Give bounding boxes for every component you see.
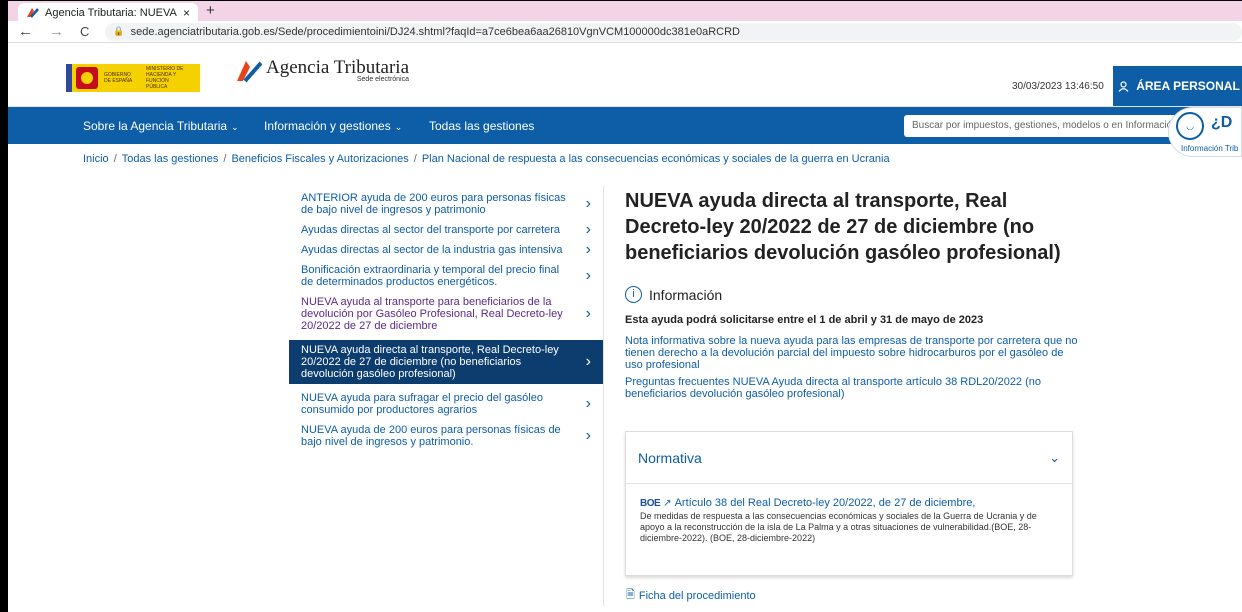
side-menu-item[interactable]: Bonificación extraordinaria y temporal d… [289, 264, 603, 288]
chevron-right-icon: › [585, 427, 591, 444]
ministry-text: MINISTERIO DE HACIENDA Y FUNCIÓN PÚBLICA [146, 66, 184, 90]
normativa-title: Normativa [638, 449, 702, 466]
gov-text: GOBIERNO DE ESPAÑA [104, 72, 133, 84]
page-title: NUEVA ayuda directa al transporte, Real … [625, 190, 1061, 264]
info-heading: i Información [625, 286, 1080, 303]
side-menu-item[interactable]: NUEVA ayuda de 200 euros para personas f… [289, 424, 603, 448]
chevron-down-icon: ⌄ [231, 122, 239, 132]
chevron-right-icon: › [585, 221, 591, 238]
chevron-right-icon: › [585, 353, 591, 370]
nav-label: Todas las gestiones [429, 119, 535, 133]
external-link-icon: ↗ [663, 498, 672, 509]
chevron-right-icon: › [585, 267, 591, 284]
forward-arrow-icon[interactable]: → [49, 24, 64, 39]
breadcrumb: Inicio / Todas las gestiones / Beneficios Fi… [83, 153, 890, 165]
chatbot-widget[interactable]: ◡ ¿D Información Trib [1168, 107, 1242, 157]
gobierno-espana-logo[interactable]: GOBIERNO DE ESPAÑA MINISTERIO DE HACIEND… [66, 64, 200, 92]
chevron-right-icon: › [585, 395, 591, 412]
browser-tab[interactable]: Agencia Tributaria: NUEVA ayuda × [18, 3, 198, 22]
browser-tabbar: Agencia Tributaria: NUEVA ayuda × + [8, 0, 1242, 22]
area-personal-label: ÁREA PERSONAL [1136, 79, 1240, 93]
side-menu-item-active[interactable]: NUEVA ayuda directa al transporte, Real … [289, 340, 603, 384]
column-divider [603, 186, 604, 606]
breadcrumb-separator: / [413, 153, 417, 165]
reload-icon[interactable]: C [80, 25, 89, 38]
breadcrumb-item[interactable]: Beneficios Fiscales y Autorizaciones [231, 153, 408, 165]
ficha-procedimiento-link[interactable]: 🗎 Ficha del procedimiento [626, 586, 756, 605]
preguntas-frecuentes-link[interactable]: Preguntas frecuentes NUEVA Ayuda directa… [625, 376, 1080, 400]
chatbot-label: Información Trib [1181, 144, 1239, 153]
main-content: NUEVA ayuda directa al transporte, Real … [625, 188, 1080, 400]
info-heading-text: Información [649, 286, 723, 303]
side-menu-label: Bonificación extraordinaria y temporal d… [301, 264, 560, 288]
assistant-face-icon: ◡ [1176, 112, 1204, 140]
agencia-tributaria-mark-icon [236, 57, 263, 83]
normativa-card: Normativa ⌄ BOE ↗ Artículo 38 del Real D… [625, 431, 1073, 576]
window-frame [0, 0, 8, 612]
chatbot-question: ¿D [1211, 114, 1233, 131]
normativa-body: BOE ↗ Artículo 38 del Real Decreto-ley 2… [626, 484, 1072, 544]
side-menu-label: Ayudas directas al sector de la industri… [301, 244, 563, 256]
agencia-tributaria-favicon [26, 7, 39, 18]
boe-icon: BOE [640, 498, 661, 509]
nav-informacion-gestiones[interactable]: Información y gestiones ⌄ [264, 119, 402, 133]
nav-label: Información y gestiones [264, 119, 391, 133]
info-icon: i [625, 286, 642, 303]
breadcrumb-separator: / [113, 153, 117, 165]
back-arrow-icon[interactable]: ← [18, 24, 33, 39]
chevron-right-icon: › [585, 195, 591, 212]
chevron-down-icon: ⌄ [1049, 449, 1060, 465]
side-menu-item[interactable]: Ayudas directas al sector del transporte… [289, 221, 603, 238]
document-icon: 🗎 [626, 589, 635, 601]
new-tab-button[interactable]: + [206, 2, 215, 19]
nav-todas-gestiones[interactable]: Todas las gestiones [429, 119, 534, 133]
law-link[interactable]: Artículo 38 del Real Decreto-ley 20/2022… [675, 498, 976, 509]
side-menu-item[interactable]: ANTERIOR ayuda de 200 euros para persona… [289, 192, 603, 216]
chevron-right-icon: › [585, 241, 591, 258]
side-menu-label: Ayudas directas al sector del transporte… [301, 224, 561, 236]
url-input[interactable]: 🔒 sede.agenciatributaria.gob.es/Sede/pro… [105, 22, 1242, 41]
normativa-header[interactable]: Normativa ⌄ [626, 432, 1072, 484]
application-period-notice: Esta ayuda podrá solicitarse entre el 1 … [625, 314, 984, 326]
side-menu-item[interactable]: Ayudas directas al sector de la industri… [289, 241, 603, 258]
breadcrumb-item[interactable]: Todas las gestiones [122, 153, 219, 165]
ficha-label: Ficha del procedimiento [638, 589, 756, 602]
breadcrumb-separator: / [223, 153, 227, 165]
lock-icon: 🔒 [113, 26, 125, 36]
tab-close-icon[interactable]: × [183, 6, 190, 20]
tab-title: Agencia Tributaria: NUEVA ayuda [45, 6, 179, 19]
law-link-row[interactable]: BOE ↗ Artículo 38 del Real Decreto-ley 2… [640, 498, 1058, 510]
side-menu-label: ANTERIOR ayuda de 200 euros para persona… [301, 192, 566, 216]
coat-of-arms-icon [76, 67, 98, 89]
law-description: De medidas de respuesta a las consecuenc… [640, 511, 1037, 543]
nav-label: Sobre la Agencia Tributaria [83, 119, 228, 133]
breadcrumb-item[interactable]: Plan Nacional de respuesta a las consecu… [422, 153, 890, 165]
nota-informativa-link[interactable]: Nota informativa sobre la nueva ayuda pa… [625, 335, 1080, 371]
user-icon [1118, 80, 1129, 92]
nav-sobre-agencia[interactable]: Sobre la Agencia Tributaria ⌄ [83, 119, 239, 133]
datetime: 30/03/2023 13:46:50 [1012, 81, 1104, 92]
breadcrumb-item[interactable]: Inicio [83, 153, 109, 165]
site-header: GOBIERNO DE ESPAÑA MINISTERIO DE HACIEND… [8, 43, 1242, 107]
browser-address-bar: ← → C 🔒 sede.agenciatributaria.gob.es/Se… [8, 21, 1242, 43]
side-menu-item[interactable]: NUEVA ayuda para sufragar el precio del … [289, 392, 603, 416]
agencia-tributaria-logo[interactable]: Agencia Tributaria Sede electrónica [236, 57, 409, 83]
chevron-right-icon: › [585, 305, 591, 322]
search-input[interactable]: Buscar por impuestos, gestiones, modelos… [904, 115, 1194, 137]
area-personal-button[interactable]: ÁREA PERSONAL [1113, 66, 1242, 106]
side-menu-label: NUEVA ayuda al transporte para beneficia… [301, 296, 563, 332]
side-menu-label: NUEVA ayuda de 200 euros para personas f… [301, 424, 561, 448]
side-menu-item[interactable]: NUEVA ayuda al transporte para beneficia… [289, 296, 603, 332]
side-menu: ANTERIOR ayuda de 200 euros para persona… [289, 192, 603, 456]
chevron-down-icon: ⌄ [394, 122, 403, 132]
main-navbar: Sobre la Agencia Tributaria ⌄ Información… [8, 107, 1242, 144]
side-menu-label: NUEVA ayuda para sufragar el precio del … [301, 392, 543, 416]
url-text: sede.agenciatributaria.gob.es/Sede/proce… [130, 25, 740, 38]
side-menu-label: NUEVA ayuda directa al transporte, Real … [301, 344, 559, 380]
